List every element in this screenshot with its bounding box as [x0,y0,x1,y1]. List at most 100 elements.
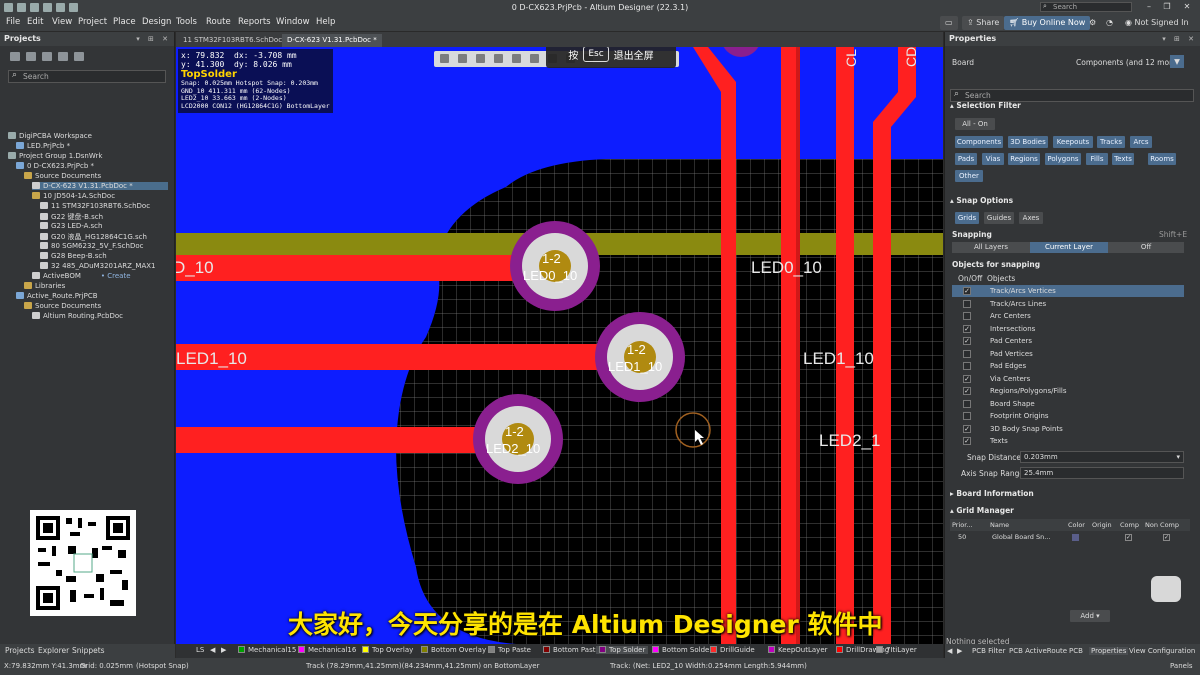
board-information-heading[interactable]: ▸ Board Information [950,489,1034,498]
layer-tab[interactable]: KeepOutLayer [768,646,828,654]
filter-chip-keepouts[interactable]: Keepouts [1053,136,1093,148]
layer-scroll-left-icon[interactable]: ◀ [210,646,215,654]
snap-object-checkbox[interactable]: ✓ [963,324,971,333]
grids-button[interactable]: Grids [955,212,979,224]
tab-pcb[interactable]: PCB [1069,647,1083,655]
layer-set-button[interactable]: LS [196,646,204,654]
axes-button[interactable]: Axes [1019,212,1043,224]
all-on-button[interactable]: All - On [955,118,995,130]
snap-object-checkbox[interactable] [963,349,971,358]
project-settings-gear-icon[interactable] [74,52,84,61]
filter-chip-regions[interactable]: Regions [1008,153,1040,165]
filter-chip-other[interactable]: Other [955,170,983,182]
layer-tab[interactable]: Bottom Solder [652,646,712,654]
component-icon[interactable] [512,54,521,63]
axis-snap-range-input[interactable]: 25.4mm [1020,467,1184,479]
layer-tab[interactable]: Top Overlay [362,646,413,654]
snap-object-row[interactable]: Arc Centers [952,310,1184,322]
buy-online-button[interactable]: 🛒︎ Buy Online Now [1004,16,1091,30]
snap-object-row[interactable]: ✓ Texts [952,435,1184,447]
tree-item[interactable]: LED.PrjPcb * [16,142,168,150]
menu-help[interactable]: Help [316,17,335,27]
snap-object-row[interactable]: Track/Arcs Lines [952,298,1184,310]
guides-button[interactable]: Guides [984,212,1014,224]
tree-item[interactable]: G22 键盘-B.sch [40,212,168,222]
tree-item[interactable]: Altium Routing.PcbDoc [32,312,168,320]
filter-chip-texts[interactable]: Texts [1112,153,1134,165]
filter-chip-polygons[interactable]: Polygons [1045,153,1081,165]
tree-item[interactable]: 32 485_ADuM3201ARZ_MAX1 [40,262,168,270]
chart-icon[interactable] [530,54,539,63]
save-icon[interactable] [17,2,26,12]
layer-tab[interactable]: 7ItiLayer [876,646,917,654]
grid-comp-checkbox[interactable]: ✓ [1125,534,1132,541]
tab-view-configuration[interactable]: View Configuration [1129,647,1195,655]
menu-design[interactable]: Design [142,17,171,27]
tab-stm32-schdoc[interactable]: 11 STM32F103RBT6.SchDoc [178,34,287,47]
tree-item[interactable]: D-CX-623 V1.31.PcbDoc * [32,182,168,190]
tab-pcb-filter[interactable]: PCB Filter [972,647,1005,655]
snap-object-row[interactable]: ✓ 3D Body Snap Points [952,423,1184,435]
tree-item[interactable]: Source Documents [24,172,168,180]
tree-item[interactable]: ActiveBOM • Create [32,272,168,280]
tree-item[interactable]: G20 液晶_HG12864C1G.sch [40,232,168,242]
menu-window[interactable]: Window [276,17,310,27]
snap-object-checkbox[interactable]: ✓ [963,387,971,395]
chat-icon[interactable]: ▭ [940,16,958,30]
layer-tab[interactable]: Bottom Paste [543,646,600,654]
snap-options-heading[interactable]: ▴ Snap Options [950,196,1013,205]
selection-filter-heading[interactable]: ▴ Selection Filter [950,101,1021,110]
snap-object-row[interactable]: ✓ Via Centers [952,373,1184,385]
tree-item[interactable]: 11 STM32F103RBT6.SchDoc [40,202,168,210]
share-button[interactable]: ⇪ Share [962,16,1005,30]
tab-explorer[interactable]: Explorer [38,646,69,655]
tree-item[interactable]: 10 JD504-1A.SchDoc [32,192,168,200]
filter-chip-pads[interactable]: Pads [955,153,977,165]
filter-chip-vias[interactable]: Vias [982,153,1004,165]
tab-properties[interactable]: Properties [1089,647,1129,655]
snap-object-checkbox[interactable]: ✓ [963,424,971,433]
layer-tab[interactable]: Bottom Overlay [421,646,486,654]
select-rect-icon[interactable] [494,54,503,63]
snap-object-checkbox[interactable] [963,412,971,420]
tree-item[interactable]: Source Documents [24,302,168,310]
title-search-input[interactable]: Search [1040,2,1132,12]
undo-icon[interactable] [56,2,65,12]
snapping-off-toggle[interactable]: Off [1108,242,1184,253]
layer-tab[interactable]: Top Solder [596,646,649,654]
layer-tab[interactable]: Mechanical15 [238,646,296,654]
close-icon[interactable]: ✕ [1180,1,1194,13]
menu-place[interactable]: Place [113,17,136,27]
menu-file[interactable]: File [6,17,20,27]
place-icon[interactable] [476,54,485,63]
snap-object-row[interactable]: Footprint Origins [952,410,1184,422]
open-icon[interactable] [43,2,52,12]
layer-scroll-right-icon[interactable]: ▶ [221,646,226,654]
grid-noncomp-checkbox[interactable]: ✓ [1163,534,1170,541]
snap-object-checkbox[interactable]: ✓ [963,437,971,445]
menu-project[interactable]: Project [78,17,107,27]
create-bom-link[interactable]: • Create [101,272,131,280]
pcb-canvas[interactable]: D_10 LED1_10 LED0_10 LED1_10 LED2_1 CL C… [176,47,943,644]
snap-object-checkbox[interactable] [963,299,971,308]
snap-object-checkbox[interactable] [963,312,971,320]
filter-chip-rooms[interactable]: Rooms [1148,153,1176,165]
tree-item[interactable]: Active_Route.PrjPCB [16,292,168,300]
tree-item[interactable]: Libraries [24,282,168,290]
grid-manager-heading[interactable]: ▴ Grid Manager [950,506,1014,515]
snap-object-row[interactable]: ✓ Track/Arcs Vertices [952,285,1184,297]
grid-manager-row[interactable]: 50 Global Board Sn... ✓ ✓ [950,531,1190,543]
snap-object-row[interactable]: Board Shape [952,398,1184,410]
filter-chip-components[interactable]: Components [955,136,1003,148]
save-all-icon[interactable] [30,2,39,12]
snap-object-row[interactable]: ✓ Intersections [952,323,1184,335]
snap-object-row[interactable]: ✓ Regions/Polygons/Fills [952,385,1184,397]
snap-object-checkbox[interactable] [963,362,971,370]
snap-object-checkbox[interactable]: ✓ [963,287,971,295]
tree-item[interactable]: 80 SGM6232_5V_F.SchDoc [40,242,168,250]
add-grid-button[interactable]: Add ▾ [1070,610,1110,622]
restore-icon[interactable]: ❐ [1160,1,1174,13]
save-project-icon[interactable] [10,52,20,61]
snap-object-row[interactable]: Pad Vertices [952,348,1184,360]
menu-reports[interactable]: Reports [238,17,271,27]
